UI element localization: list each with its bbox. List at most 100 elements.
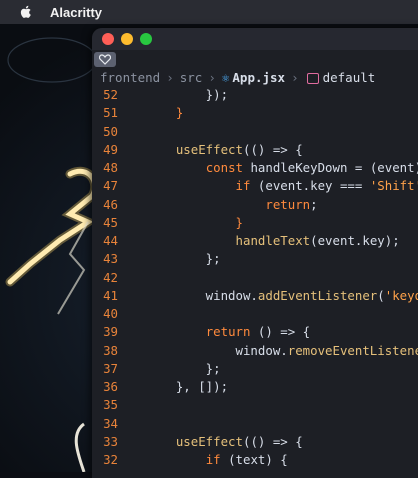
line-number: 38 xyxy=(103,342,118,358)
alacritty-window[interactable]: frontend › src › ⚛ App.jsx › default 52 … xyxy=(92,28,418,478)
code-token: window. xyxy=(146,287,258,303)
code-line[interactable]: 37 }; xyxy=(92,360,418,378)
tab-strip xyxy=(92,50,418,68)
line-number: 47 xyxy=(103,178,118,194)
code-editor[interactable]: 52 }); 51 } 50 49 useEffect(() => {48 const… xyxy=(92,86,418,469)
minimize-button[interactable] xyxy=(121,33,133,45)
code-line[interactable]: 42 xyxy=(92,269,418,287)
code-token: (event.key === xyxy=(250,178,370,194)
code-line[interactable]: 33 useEffect(() => { xyxy=(92,433,418,451)
line-number: 50 xyxy=(103,123,118,139)
line-number: 44 xyxy=(103,233,118,248)
code-line[interactable]: 41 window.addEventListener('keydown', xyxy=(92,287,418,305)
code-line[interactable]: 49 useEffect(() => { xyxy=(92,141,418,159)
code-token: () => { xyxy=(250,324,311,340)
line-number: 36 xyxy=(103,379,118,394)
code-line[interactable]: 39 return () => { xyxy=(92,323,418,341)
code-text: useEffect(() => { xyxy=(146,141,303,159)
line-number: 46 xyxy=(103,196,118,212)
code-text: handleText(event.key); xyxy=(146,232,400,250)
app-name-menu[interactable]: Alacritty xyxy=(50,5,102,20)
code-token: (event.key); xyxy=(310,233,400,248)
code-token: handleKeyDown = (event) => { xyxy=(250,160,418,175)
code-text: if (text) { xyxy=(146,451,288,469)
code-token: 'Shift' xyxy=(369,178,418,194)
line-number: 32 xyxy=(103,452,118,467)
chevron-right-icon: › xyxy=(291,69,299,85)
code-line[interactable]: 32 if (text) { xyxy=(92,451,418,469)
code-token: (() => { xyxy=(242,433,303,449)
menu-bar: Alacritty xyxy=(0,0,418,24)
code-token: }; xyxy=(146,251,221,267)
close-button[interactable] xyxy=(102,33,114,45)
apple-logo-icon[interactable] xyxy=(18,4,34,20)
chevron-right-icon: › xyxy=(208,69,216,85)
heart-icon xyxy=(99,54,111,65)
code-line[interactable]: 52 }); xyxy=(92,86,418,104)
code-token: 'keydown' xyxy=(384,287,418,303)
line-number: 42 xyxy=(103,269,118,285)
line-number: 48 xyxy=(103,160,118,175)
function-symbol-icon xyxy=(306,72,319,84)
breadcrumb-folder-src[interactable]: src xyxy=(180,70,203,85)
line-number: 35 xyxy=(103,397,118,413)
code-token: ; xyxy=(310,196,318,212)
code-token: }); xyxy=(146,87,229,102)
code-line[interactable]: 47 if (event.key === 'Shift' || e xyxy=(92,177,418,195)
breadcrumb-symbol[interactable]: default xyxy=(323,70,376,85)
code-line[interactable]: 46 return; xyxy=(92,196,418,214)
code-line[interactable]: 45 } xyxy=(92,214,418,232)
code-token: const xyxy=(205,160,243,175)
code-text: const handleKeyDown = (event) => { xyxy=(146,159,418,177)
code-line[interactable]: 36 }, []); xyxy=(92,378,418,396)
line-number: 51 xyxy=(103,105,118,121)
code-token: ( xyxy=(377,287,385,303)
line-number: 41 xyxy=(103,287,118,303)
line-number: 40 xyxy=(103,306,118,321)
code-line[interactable]: 44 handleText(event.key); xyxy=(92,232,418,250)
code-text: }); xyxy=(146,86,228,104)
code-line[interactable]: 40 xyxy=(92,305,418,323)
line-number: 37 xyxy=(103,360,118,376)
code-line[interactable]: 35 xyxy=(92,396,418,414)
code-token: useEffect xyxy=(175,433,243,449)
code-line[interactable]: 34 xyxy=(92,415,418,433)
code-token: if xyxy=(205,452,221,467)
code-text: }, []); xyxy=(146,378,228,396)
code-token: if xyxy=(235,178,251,194)
code-token: addEventListener xyxy=(257,287,378,303)
code-token: removeEventListener xyxy=(287,342,418,358)
code-text: } xyxy=(146,214,243,232)
code-text: window.addEventListener('keydown', xyxy=(146,287,418,305)
code-token: }, []); xyxy=(146,379,229,394)
line-number: 52 xyxy=(103,87,118,102)
code-token: return xyxy=(265,196,311,212)
line-number: 34 xyxy=(103,415,118,431)
line-number: 45 xyxy=(103,214,118,230)
zoom-button[interactable] xyxy=(140,33,152,45)
tab-heart[interactable] xyxy=(94,52,116,67)
code-text: if (event.key === 'Shift' || e xyxy=(146,177,418,195)
code-line[interactable]: 51 } xyxy=(92,104,418,122)
code-line[interactable]: 50 xyxy=(92,123,418,141)
line-number: 43 xyxy=(103,251,118,267)
code-line[interactable]: 48 const handleKeyDown = (event) => { xyxy=(92,159,418,177)
code-token: window. xyxy=(146,342,288,358)
chevron-right-icon: › xyxy=(166,69,174,85)
code-text: }; xyxy=(146,250,221,268)
code-token: } xyxy=(146,214,243,230)
code-token: return xyxy=(205,324,251,340)
breadcrumb-folder-frontend[interactable]: frontend xyxy=(100,70,160,85)
breadcrumb-file[interactable]: App.jsx xyxy=(232,70,285,85)
code-token: (text) { xyxy=(220,452,288,467)
code-line[interactable]: 38 window.removeEventListener('ke xyxy=(92,342,418,360)
code-line[interactable]: 43 }; xyxy=(92,250,418,268)
window-titlebar[interactable] xyxy=(92,28,418,50)
